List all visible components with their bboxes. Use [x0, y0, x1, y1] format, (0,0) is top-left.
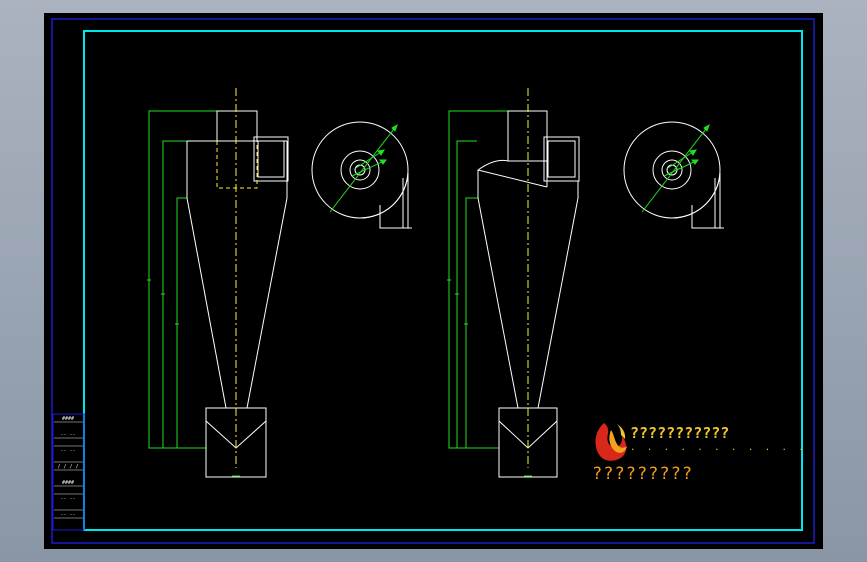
title-block-cell: #### [61, 480, 75, 486]
brand-slogan-text: ????????? [592, 464, 694, 484]
section-line-2 [641, 123, 710, 213]
cyclone-top-view-1 [311, 121, 412, 229]
cyclone-body-1 [186, 110, 289, 478]
cyclone-front-view-1 [147, 88, 289, 478]
outlet-pipe-dashed-1 [216, 141, 258, 189]
dimension-lines-2 [447, 110, 508, 449]
dimension-lines-1 [147, 110, 217, 449]
title-block-cell: -- -- [60, 448, 76, 454]
section-line-1 [329, 123, 398, 213]
cad-drawing-canvas [51, 18, 815, 544]
title-block-cell: -- -- [60, 512, 76, 518]
inner-frame [83, 30, 803, 531]
cyclone-top-view-2 [623, 121, 724, 229]
title-block-cell: -- -- [60, 432, 76, 438]
cyclone-front-view-2 [447, 88, 580, 478]
outer-frame [51, 18, 815, 544]
cyclone-body-2 [477, 110, 580, 478]
brand-name-text: ??????????? [630, 424, 730, 442]
title-block-cell: #### [61, 416, 75, 422]
flame-logo-icon [595, 423, 627, 461]
brand-subtitle-text: . . . . . . . . . . . [630, 443, 807, 453]
title-block-cell: / / / / [57, 464, 79, 470]
title-block-cell: -- -- [60, 496, 76, 502]
